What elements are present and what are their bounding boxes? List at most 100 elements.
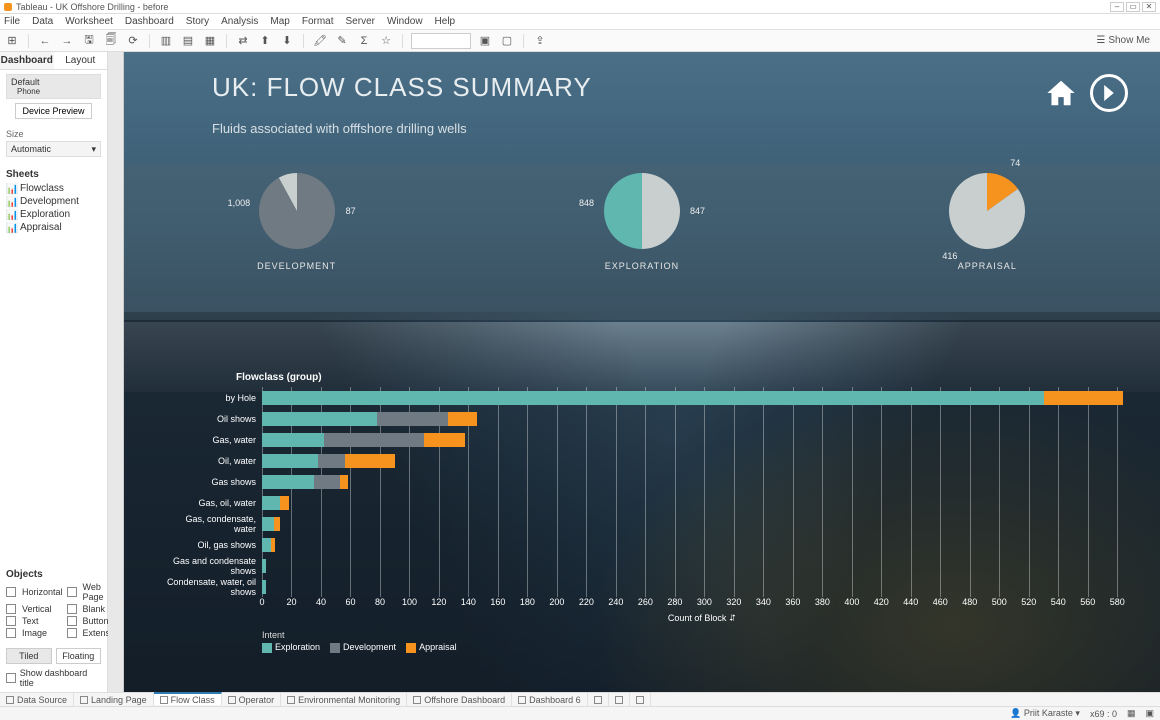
bar-category-label: Gas, water: [164, 435, 262, 445]
sidetab-layout[interactable]: Layout: [54, 52, 108, 69]
menu-dashboard[interactable]: Dashboard: [125, 16, 174, 27]
obj-button-icon[interactable]: [67, 616, 77, 626]
totals-button[interactable]: Σ: [356, 33, 372, 49]
menu-help[interactable]: Help: [435, 16, 456, 27]
save-button[interactable]: 🖫: [81, 33, 97, 49]
menu-data[interactable]: Data: [32, 16, 53, 27]
bar-chart[interactable]: by HoleOil showsGas, waterOil, waterGas …: [164, 387, 1142, 597]
legend-item-development[interactable]: Development: [330, 642, 396, 653]
tab-offshore-dashboard[interactable]: Offshore Dashboard: [407, 693, 512, 706]
obj-extension-icon[interactable]: [67, 628, 77, 638]
menu-map[interactable]: Map: [270, 16, 289, 27]
show-me-button[interactable]: ☰ Show Me: [1096, 35, 1150, 46]
bar-row[interactable]: Oil, water: [164, 450, 1142, 471]
obj-blank-icon[interactable]: [67, 604, 77, 614]
clear-sheet-button[interactable]: ▦: [202, 33, 218, 49]
user-icon: 👤: [1010, 708, 1021, 718]
default-device-box[interactable]: Default Phone: [6, 74, 101, 99]
device-preview-button[interactable]: Device Preview: [15, 103, 91, 119]
obj-image-icon[interactable]: [6, 628, 16, 638]
obj-image[interactable]: Image: [22, 628, 63, 638]
bar-row[interactable]: Gas and condensate shows: [164, 555, 1142, 576]
menu-server[interactable]: Server: [346, 16, 375, 27]
obj-horizontal-icon[interactable]: [6, 587, 16, 597]
menu-story[interactable]: Story: [186, 16, 209, 27]
bar-row[interactable]: Gas shows: [164, 471, 1142, 492]
pie-value: 416: [942, 251, 957, 261]
bar-row[interactable]: Oil shows: [164, 408, 1142, 429]
obj-horizontal[interactable]: Horizontal: [22, 587, 63, 597]
sheet-flowclass[interactable]: 📊Flowclass: [6, 182, 101, 195]
menu-analysis[interactable]: Analysis: [221, 16, 258, 27]
new-dashboard-button[interactable]: [609, 693, 630, 706]
bar-segment: [262, 412, 377, 426]
maximize-button[interactable]: ▭: [1126, 2, 1140, 12]
show-title-checkbox[interactable]: Show dashboard title: [0, 668, 107, 692]
fit-dropdown[interactable]: [411, 33, 471, 49]
legend-item-appraisal[interactable]: Appraisal: [406, 642, 457, 653]
bar-row[interactable]: Condensate, water, oil shows: [164, 576, 1142, 597]
status-icon-2[interactable]: ▣: [1145, 708, 1154, 719]
tiled-toggle[interactable]: Tiled: [6, 648, 52, 664]
sort-desc-button[interactable]: ⬇: [279, 33, 295, 49]
menu-worksheet[interactable]: Worksheet: [65, 16, 113, 27]
pie-exploration[interactable]: 848 847 EXPLORATION: [601, 170, 683, 271]
home-icon[interactable]: [1044, 78, 1078, 108]
user-menu[interactable]: 👤 Priit Karaste ▾: [1010, 708, 1080, 719]
obj-text-icon[interactable]: [6, 616, 16, 626]
tab-dashboard-6[interactable]: Dashboard 6: [512, 693, 588, 706]
pie-development[interactable]: 1,008 87 DEVELOPMENT: [256, 170, 338, 271]
sort-icon[interactable]: ⮃: [729, 613, 736, 623]
vertical-mini-tabs[interactable]: [108, 52, 124, 692]
new-sheet-button[interactable]: ▥: [158, 33, 174, 49]
tab-data-source[interactable]: Data Source: [0, 693, 74, 706]
obj-webpage-icon[interactable]: [67, 587, 77, 597]
labels-button[interactable]: ☆: [378, 33, 394, 49]
bar-chart-region: Flowclass (group) by HoleOil showsGas, w…: [164, 372, 1142, 672]
sheet-exploration[interactable]: 📊Exploration: [6, 208, 101, 221]
forward-button[interactable]: →: [59, 33, 75, 49]
tab-landing-page[interactable]: Landing Page: [74, 693, 154, 706]
bar-row[interactable]: Gas, condensate, water: [164, 513, 1142, 534]
new-data-button[interactable]: 🗐: [103, 33, 119, 49]
sheet-development[interactable]: 📊Development: [6, 195, 101, 208]
bar-row[interactable]: Oil, gas shows: [164, 534, 1142, 555]
presentation-button[interactable]: ▢: [499, 33, 515, 49]
obj-text[interactable]: Text: [22, 616, 63, 626]
next-button[interactable]: [1090, 74, 1128, 112]
obj-vertical[interactable]: Vertical: [22, 604, 63, 614]
legend-item-exploration[interactable]: Exploration: [262, 642, 320, 653]
minimize-button[interactable]: –: [1110, 2, 1124, 12]
bar-row[interactable]: Gas, oil, water: [164, 492, 1142, 513]
sidetab-dashboard[interactable]: Dashboard: [0, 52, 54, 69]
back-button[interactable]: ←: [37, 33, 53, 49]
sheet-appraisal[interactable]: 📊Appraisal: [6, 221, 101, 234]
close-button[interactable]: ✕: [1142, 2, 1156, 12]
menu-format[interactable]: Format: [302, 16, 334, 27]
refresh-button[interactable]: ⟳: [125, 33, 141, 49]
group-button[interactable]: ✎: [334, 33, 350, 49]
share-button[interactable]: ⇪: [532, 33, 548, 49]
tab-flow-class[interactable]: Flow Class: [154, 692, 222, 705]
dup-sheet-button[interactable]: ▤: [180, 33, 196, 49]
new-story-button[interactable]: [630, 693, 651, 706]
obj-vertical-icon[interactable]: [6, 604, 16, 614]
floating-toggle[interactable]: Floating: [56, 648, 102, 664]
sort-asc-button[interactable]: ⬆: [257, 33, 273, 49]
swap-button[interactable]: ⇄: [235, 33, 251, 49]
tableau-icon[interactable]: ⊞: [4, 33, 20, 49]
tab-env-monitoring[interactable]: Environmental Monitoring: [281, 693, 407, 706]
menu-file[interactable]: File: [4, 16, 20, 27]
status-icon-1[interactable]: ▦: [1127, 708, 1136, 719]
tab-operator[interactable]: Operator: [222, 693, 282, 706]
highlight-button[interactable]: 🖍: [312, 33, 328, 49]
app-icon: [4, 3, 12, 11]
size-dropdown[interactable]: Automatic ▾: [6, 141, 101, 157]
bar-row[interactable]: by Hole: [164, 387, 1142, 408]
pie-appraisal[interactable]: 74 416 APPRAISAL: [946, 170, 1028, 271]
menu-window[interactable]: Window: [387, 16, 423, 27]
new-worksheet-button[interactable]: [588, 693, 609, 706]
bar-row[interactable]: Gas, water: [164, 429, 1142, 450]
bar-category-label: Condensate, water, oil shows: [164, 577, 262, 597]
view-cards-button[interactable]: ▣: [477, 33, 493, 49]
